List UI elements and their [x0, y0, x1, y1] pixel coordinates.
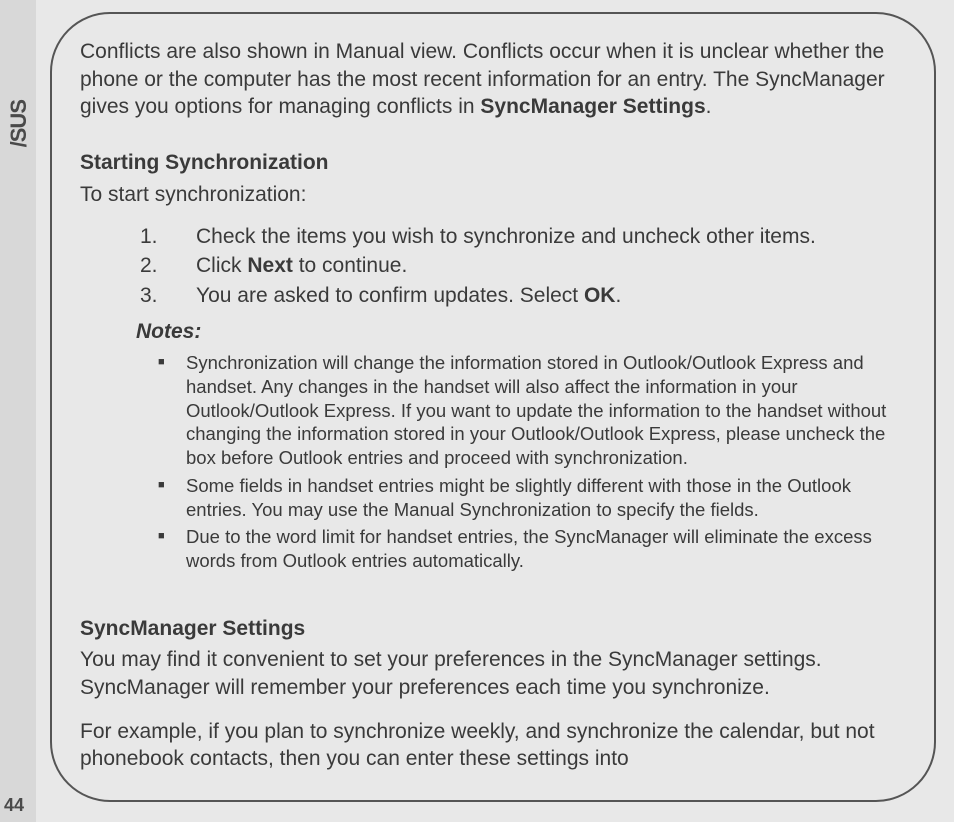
note-text: Synchronization will change the informat… [186, 351, 906, 469]
brand-logo: /SUS [6, 100, 32, 147]
step-item: 1. Check the items you wish to synchroni… [140, 223, 906, 251]
step-bold: OK [584, 284, 616, 307]
step-num: 1. [140, 223, 196, 251]
step-bold: Next [247, 254, 293, 277]
step-pre: You are asked to confirm updates. Select [196, 284, 584, 307]
square-bullet-icon: ■ [158, 351, 186, 469]
step-text: Check the items you wish to synchronize … [196, 223, 816, 251]
intro-paragraph: Conflicts are also shown in Manual view.… [80, 38, 906, 121]
section2-heading: SyncManager Settings [80, 615, 906, 643]
step-num: 3. [140, 282, 196, 310]
intro-bold: SyncManager Settings [480, 95, 705, 118]
step-post: to continue. [293, 254, 407, 277]
page-number: 44 [4, 795, 24, 816]
note-text: Some fields in handset entries might be … [186, 474, 906, 521]
step-num: 2. [140, 252, 196, 280]
page-frame: Conflicts are also shown in Manual view.… [50, 12, 936, 802]
step-pre: Check the items you wish to synchronize … [196, 225, 816, 248]
step-text: Click Next to continue. [196, 252, 407, 280]
section1-lead: To start synchronization: [80, 181, 906, 209]
square-bullet-icon: ■ [158, 474, 186, 521]
step-text: You are asked to confirm updates. Select… [196, 282, 621, 310]
section2-para2: For example, if you plan to synchronize … [80, 718, 906, 773]
steps-list: 1. Check the items you wish to synchroni… [140, 223, 906, 310]
square-bullet-icon: ■ [158, 525, 186, 572]
notes-list: ■ Synchronization will change the inform… [158, 351, 906, 572]
note-item: ■ Some fields in handset entries might b… [158, 474, 906, 521]
step-post: . [615, 284, 621, 307]
notes-label: Notes: [136, 318, 906, 346]
section2-para1: You may find it convenient to set your p… [80, 646, 906, 701]
step-item: 3. You are asked to confirm updates. Sel… [140, 282, 906, 310]
note-item: ■ Synchronization will change the inform… [158, 351, 906, 469]
page-content: Conflicts are also shown in Manual view.… [80, 38, 906, 773]
intro-text-b: . [706, 95, 712, 118]
note-text: Due to the word limit for handset entrie… [186, 525, 906, 572]
section1-heading: Starting Synchronization [80, 149, 906, 177]
sidebar: /SUS 44 [0, 0, 36, 822]
step-pre: Click [196, 254, 247, 277]
step-item: 2. Click Next to continue. [140, 252, 906, 280]
note-item: ■ Due to the word limit for handset entr… [158, 525, 906, 572]
